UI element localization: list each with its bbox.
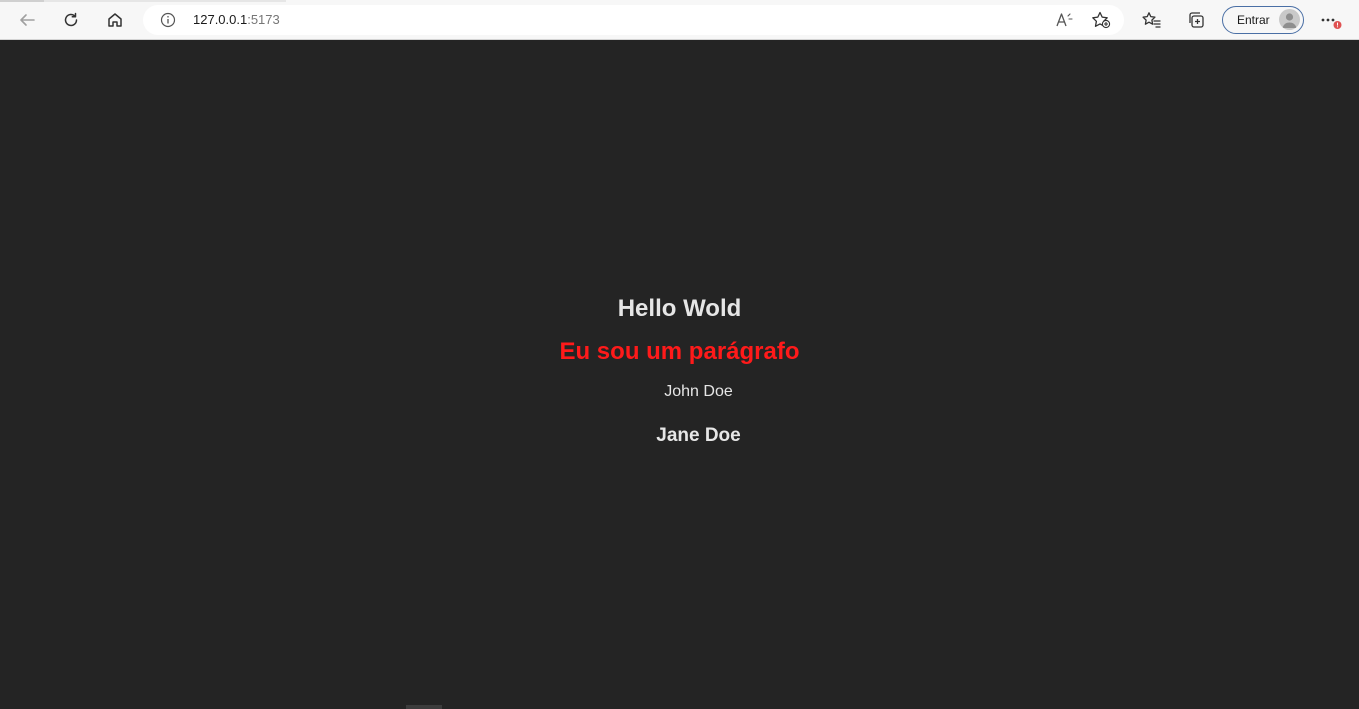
- read-aloud-icon[interactable]: [1054, 11, 1074, 29]
- favorites-button[interactable]: [1137, 6, 1167, 34]
- url-port: :5173: [247, 12, 280, 27]
- sign-in-button[interactable]: Entrar: [1222, 6, 1304, 34]
- home-icon: [106, 11, 124, 29]
- collections-icon: [1187, 11, 1205, 29]
- address-bar[interactable]: 127.0.0.1:5173: [143, 5, 1124, 35]
- scrollbar-fragment: [406, 705, 442, 709]
- name-john: John Doe: [664, 383, 733, 400]
- tab-strip-edge: [0, 0, 44, 2]
- red-paragraph-heading: Eu sou um parágrafo: [559, 338, 800, 365]
- back-button[interactable]: [12, 6, 42, 34]
- back-arrow-icon: [18, 11, 36, 29]
- name-jane: Jane Doe: [656, 425, 741, 446]
- favorites-icon: [1142, 11, 1162, 29]
- home-button[interactable]: [100, 6, 130, 34]
- more-options-icon: [1318, 9, 1344, 31]
- info-icon[interactable]: [160, 12, 176, 28]
- browser-toolbar: 127.0.0.1:5173 Entrar: [0, 0, 1359, 40]
- url-text[interactable]: 127.0.0.1:5173: [193, 12, 280, 28]
- refresh-icon: [62, 11, 80, 29]
- page-title: Hello Wold: [617, 295, 742, 322]
- add-favorite-icon[interactable]: [1091, 11, 1111, 29]
- more-options-button[interactable]: [1316, 6, 1346, 34]
- profile-avatar-icon: [1279, 9, 1300, 30]
- sign-in-label: Entrar: [1237, 13, 1270, 27]
- tab-strip-edge-active: [44, 0, 286, 2]
- page-viewport: Hello Wold Eu sou um parágrafo John Doe …: [0, 40, 1359, 709]
- collections-button[interactable]: [1181, 6, 1211, 34]
- url-host: 127.0.0.1: [193, 12, 248, 27]
- refresh-button[interactable]: [56, 6, 86, 34]
